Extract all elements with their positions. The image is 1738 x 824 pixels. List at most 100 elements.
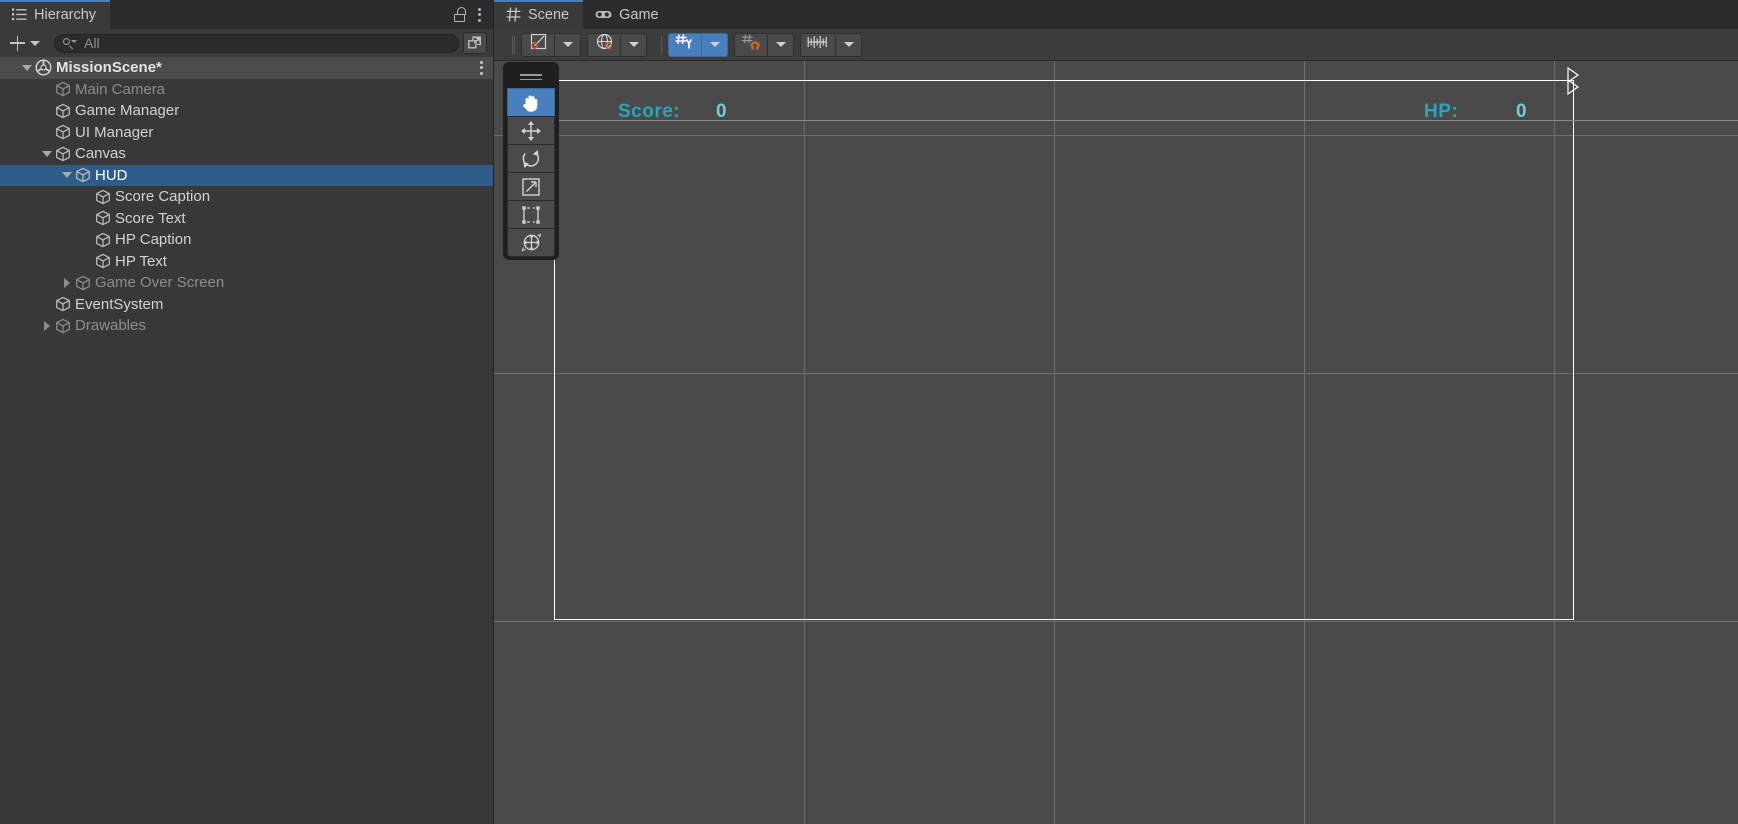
- hierarchy-row-label: EventSystem: [75, 295, 164, 313]
- tabbar-filler: [110, 0, 442, 29]
- scale-icon: [520, 176, 542, 198]
- hand-tool-button[interactable]: [507, 88, 555, 117]
- tree-expander-spacer: [40, 104, 54, 118]
- tab-game[interactable]: Game: [583, 0, 673, 29]
- hierarchy-row-label: HP Text: [115, 252, 167, 270]
- scene-viewport[interactable]: Score: 0 HP: 0: [494, 61, 1738, 824]
- hierarchy-row-score-caption[interactable]: Score Caption: [0, 186, 493, 208]
- move-tool-button[interactable]: [507, 116, 555, 145]
- gameobject-cube-icon: [74, 166, 92, 184]
- hierarchy-row-hp-caption[interactable]: HP Caption: [0, 229, 493, 251]
- gameobject-cube-icon: [54, 295, 72, 313]
- pivot-mode-group: [521, 32, 581, 57]
- chevron-right-icon[interactable]: [60, 276, 74, 290]
- hierarchy-row-eventsystem[interactable]: EventSystem: [0, 294, 493, 316]
- scale-tool-button[interactable]: [507, 172, 555, 201]
- tab-hierarchy[interactable]: Hierarchy: [0, 0, 111, 29]
- scene-panel: Scene Game Score: 0 HP: 0: [494, 0, 1738, 824]
- scene-grid-icon: [506, 7, 521, 22]
- hierarchy-tabbar-tools: [442, 0, 493, 29]
- hierarchy-row-label: Score Text: [115, 209, 186, 227]
- hierarchy-row-drawables[interactable]: Drawables: [0, 315, 493, 337]
- gameobject-cube-icon: [94, 209, 112, 227]
- hierarchy-row-label: Score Caption: [115, 188, 211, 206]
- hierarchy-row-missionscene[interactable]: MissionScene*: [0, 57, 493, 79]
- handle-space-group: [587, 32, 647, 57]
- tree-expander-spacer: [80, 254, 94, 268]
- hierarchy-row-label: Canvas: [75, 145, 126, 163]
- global-space-globe-icon: [595, 33, 614, 56]
- grid-snap-magnet-icon: [741, 33, 761, 56]
- tab-scene[interactable]: Scene: [494, 0, 584, 29]
- grid-snap-toggle[interactable]: [734, 32, 768, 57]
- hud-divider-line: [554, 120, 1738, 121]
- hud-hp-value: 0: [1516, 101, 1528, 122]
- tab-game-label: Game: [619, 6, 659, 23]
- scene-view-scale-dropdown[interactable]: [836, 32, 862, 57]
- grid-snap-dropdown[interactable]: [768, 32, 794, 57]
- scene-tabbar: Scene Game: [494, 0, 1738, 29]
- row-kebab-menu-icon[interactable]: [479, 60, 483, 75]
- drag-handle-icon[interactable]: [507, 66, 555, 88]
- chevron-down-icon[interactable]: [40, 147, 54, 161]
- scene-toolbar: [494, 29, 1738, 61]
- hierarchy-row-ui-manager[interactable]: UI Manager: [0, 122, 493, 144]
- search-icon: [63, 37, 77, 50]
- pivot-mode-dropdown[interactable]: [555, 32, 581, 57]
- toolbar-divider: [512, 35, 513, 54]
- search-input[interactable]: [80, 35, 450, 51]
- hierarchy-row-score-text[interactable]: Score Text: [0, 208, 493, 230]
- transform-tool-button[interactable]: [507, 228, 555, 257]
- grid-visibility-group: [668, 32, 728, 57]
- chevron-down-icon: [775, 42, 786, 47]
- open-in-new-window-icon[interactable]: [463, 32, 487, 54]
- handle-space-toggle[interactable]: [587, 32, 621, 57]
- kebab-menu-icon[interactable]: [477, 7, 481, 22]
- hierarchy-row-main-camera[interactable]: Main Camera: [0, 79, 493, 101]
- hud-hp-caption: HP:: [1424, 101, 1459, 122]
- hud-score-caption: Score:: [618, 101, 681, 122]
- hierarchy-row-hud[interactable]: HUD: [0, 164, 493, 186]
- rotate-tool-button[interactable]: [507, 144, 555, 173]
- hierarchy-row-hp-text[interactable]: HP Text: [0, 251, 493, 273]
- tab-hierarchy-label: Hierarchy: [34, 6, 97, 23]
- pivot-center-toggle[interactable]: [521, 32, 555, 57]
- handle-space-dropdown[interactable]: [621, 32, 647, 57]
- rect-handle-top-right[interactable]: [1564, 67, 1580, 96]
- lock-open-icon[interactable]: [454, 7, 467, 22]
- grid-snap-group: [734, 32, 794, 57]
- hierarchy-toolbar: [0, 29, 493, 57]
- grid-line-horizontal: [494, 621, 1738, 622]
- chevron-down-icon: [709, 42, 720, 47]
- hierarchy-tree[interactable]: MissionScene* Main Camera Game Manager UI M…: [0, 57, 493, 824]
- hierarchy-row-label: Game Manager: [75, 102, 180, 120]
- hand-icon: [520, 92, 542, 114]
- grid-visibility-toggle[interactable]: [668, 32, 702, 57]
- rect-transform-tool-button[interactable]: [507, 200, 555, 229]
- tree-expander-spacer: [80, 190, 94, 204]
- hierarchy-row-label: MissionScene*: [56, 59, 162, 77]
- hierarchy-row-label: Drawables: [75, 317, 146, 335]
- hierarchy-row-game-manager[interactable]: Game Manager: [0, 100, 493, 122]
- gameobject-cube-icon: [54, 123, 72, 141]
- add-gameobject-button[interactable]: [6, 32, 46, 54]
- grid-visibility-dropdown[interactable]: [702, 32, 728, 57]
- scene-view-scale-group: [800, 32, 862, 57]
- toolbar-divider-2: [661, 35, 662, 54]
- scene-view-scale-button[interactable]: [800, 32, 836, 57]
- gameobject-cube-icon: [54, 317, 72, 335]
- chevron-down-icon: [562, 42, 573, 47]
- chevron-down-icon[interactable]: [20, 61, 34, 75]
- pivot-center-icon: [529, 33, 548, 56]
- rect-transform-icon: [520, 204, 542, 226]
- tree-expander-spacer: [40, 125, 54, 139]
- chevron-right-icon[interactable]: [40, 319, 54, 333]
- hierarchy-row-canvas[interactable]: Canvas: [0, 143, 493, 165]
- tree-expander-spacer: [40, 297, 54, 311]
- hierarchy-row-game-over-screen[interactable]: Game Over Screen: [0, 272, 493, 294]
- ruler-scale-icon: [807, 33, 829, 56]
- gameobject-cube-icon: [54, 102, 72, 120]
- search-field[interactable]: [54, 33, 459, 53]
- chevron-down-icon[interactable]: [60, 168, 74, 182]
- tree-expander-spacer: [80, 233, 94, 247]
